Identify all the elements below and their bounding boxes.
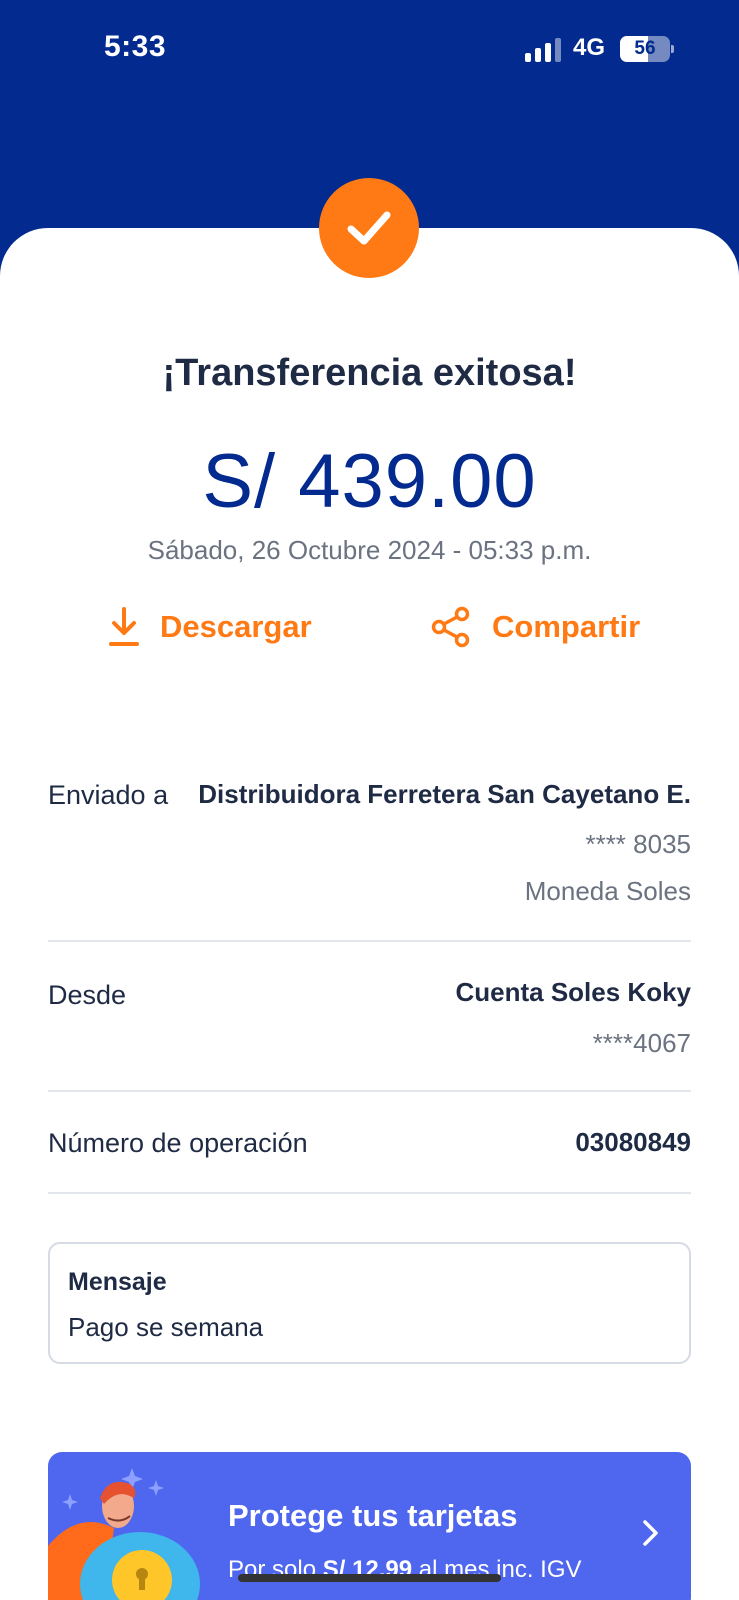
transfer-datetime: Sábado, 26 Octubre 2024 - 05:33 p.m. bbox=[147, 535, 592, 565]
from-label: Desde bbox=[48, 980, 127, 1010]
message-title: Mensaje bbox=[68, 1268, 167, 1296]
divider bbox=[48, 1090, 691, 1092]
signal-icon bbox=[525, 38, 561, 62]
share-icon bbox=[431, 606, 470, 648]
message-text: Pago se semana bbox=[68, 1312, 264, 1342]
check-icon bbox=[347, 211, 391, 245]
chevron-right-icon bbox=[643, 1520, 658, 1546]
recipient-currency: Moneda Soles bbox=[524, 876, 691, 906]
status-bar: 5:33 4G 56 bbox=[0, 0, 739, 100]
mascot-illustration bbox=[48, 1468, 200, 1600]
battery-icon: 56 bbox=[620, 36, 674, 62]
download-icon bbox=[109, 607, 139, 646]
operation-number: 03080849 bbox=[575, 1127, 691, 1157]
download-label: Descargar bbox=[160, 609, 312, 644]
share-button[interactable]: Compartir bbox=[430, 600, 640, 654]
operation-label: Número de operación bbox=[48, 1128, 308, 1158]
promo-title: Protege tus tarjetas bbox=[228, 1498, 518, 1533]
message-box: Mensaje Pago se semana bbox=[48, 1242, 691, 1364]
transfer-amount: S/ 439.00 bbox=[202, 439, 537, 524]
status-time: 5:33 bbox=[104, 30, 167, 63]
source-account-number: ****4067 bbox=[592, 1028, 691, 1058]
sent-to-label: Enviado a bbox=[48, 780, 169, 810]
download-button[interactable]: Descargar bbox=[108, 600, 312, 654]
success-badge bbox=[319, 178, 419, 278]
source-account-name: Cuenta Soles Koky bbox=[455, 977, 691, 1007]
share-label: Compartir bbox=[492, 609, 641, 644]
receipt-sheet bbox=[0, 228, 739, 1600]
page-title: ¡Transferencia exitosa! bbox=[162, 352, 577, 394]
divider bbox=[48, 1192, 691, 1194]
recipient-name: Distribuidora Ferretera San Cayetano E. bbox=[198, 779, 691, 809]
divider bbox=[48, 940, 691, 942]
recipient-account: **** 8035 bbox=[585, 829, 691, 859]
home-indicator[interactable] bbox=[238, 1574, 501, 1582]
battery-level: 56 bbox=[634, 38, 656, 59]
network-type: 4G bbox=[573, 34, 606, 61]
